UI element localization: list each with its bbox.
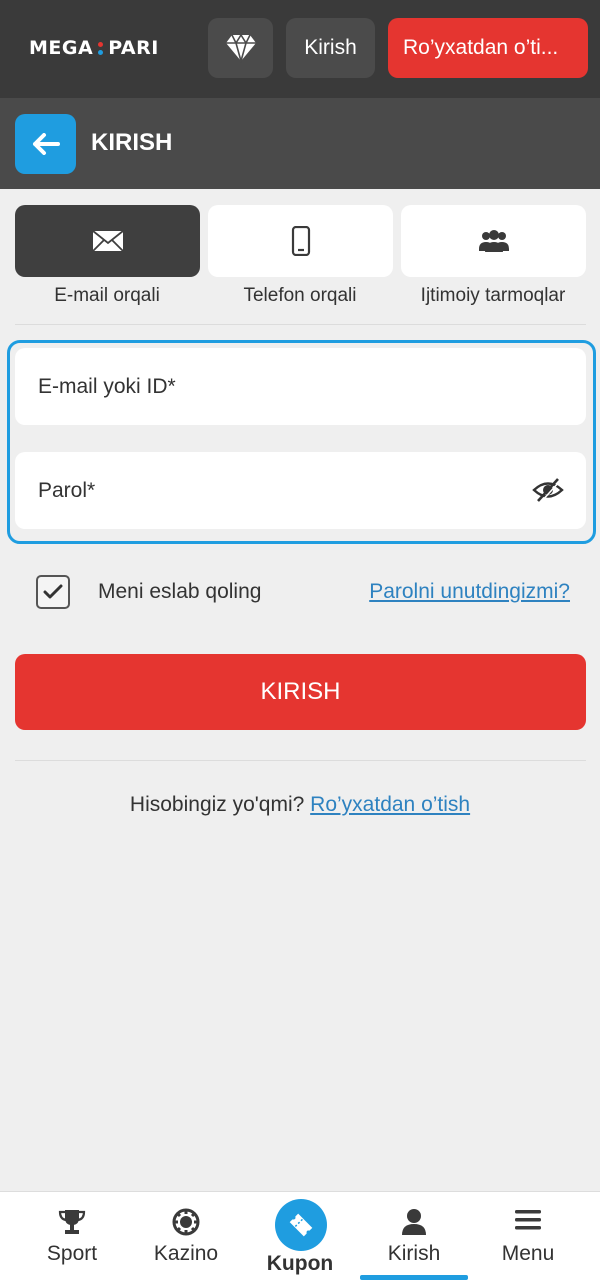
page-titlebar: KIRISH	[0, 98, 600, 189]
ticket-icon	[289, 1213, 313, 1237]
password-input[interactable]	[15, 452, 586, 529]
logo-dots	[98, 41, 104, 55]
divider	[15, 324, 586, 325]
tab-social-label: Ijtimoiy tarmoqlar	[420, 285, 566, 306]
no-account-row: Hisobingiz yo'qmi? Ro’yxatdan o’tish	[0, 793, 600, 817]
check-icon	[43, 584, 63, 599]
nav-kazino-label: Kazino	[153, 1242, 219, 1265]
header-login-button[interactable]: Kirish	[286, 18, 375, 78]
nav-menu[interactable]: Menu	[471, 1192, 585, 1280]
remember-checkbox[interactable]	[36, 575, 70, 609]
vip-button[interactable]	[208, 18, 273, 78]
login-submit-button[interactable]: KIRISH	[15, 654, 586, 730]
no-account-text: Hisobingiz yo'qmi?	[129, 793, 305, 816]
register-link[interactable]: Ro’yxatdan o’tish	[310, 793, 470, 816]
casino-chip-icon	[172, 1208, 200, 1236]
back-button[interactable]	[15, 114, 76, 174]
logo-text-right: PARI	[108, 37, 159, 59]
page-title: KIRISH	[91, 129, 173, 156]
forgot-password-link[interactable]: Parolni unutdingizmi?	[369, 580, 570, 604]
kupon-button[interactable]	[275, 1199, 327, 1251]
header-register-button[interactable]: Ro’yxatdan o’ti...	[388, 18, 588, 78]
logo-text-left: MEGA	[29, 37, 94, 59]
eye-slash-icon[interactable]	[532, 476, 564, 504]
nav-active-indicator	[360, 1275, 468, 1280]
menu-icon	[515, 1210, 541, 1230]
trophy-icon	[58, 1210, 86, 1234]
email-input[interactable]	[15, 348, 586, 425]
nav-kupon-label: Kupon	[266, 1252, 334, 1275]
remember-label[interactable]: Meni eslab qoling	[98, 580, 261, 604]
user-icon	[402, 1209, 426, 1235]
password-field[interactable]	[15, 452, 586, 529]
nav-kirish[interactable]: Kirish	[357, 1192, 471, 1280]
nav-menu-label: Menu	[501, 1242, 555, 1265]
nav-sport-label: Sport	[46, 1242, 98, 1265]
tab-phone[interactable]	[208, 205, 393, 277]
users-icon	[478, 230, 509, 252]
email-field[interactable]	[15, 348, 586, 425]
tab-phone-label: Telefon orqali	[243, 285, 357, 306]
divider	[15, 760, 586, 761]
top-header: MEGA PARI Kirish Ro’yxatdan o’ti...	[0, 0, 600, 98]
diamond-icon	[225, 33, 256, 63]
nav-kazino[interactable]: Kazino	[129, 1192, 243, 1280]
arrow-left-icon	[32, 133, 60, 155]
logo[interactable]: MEGA PARI	[29, 36, 159, 60]
envelope-icon	[91, 230, 124, 252]
tab-social[interactable]	[401, 205, 586, 277]
nav-sport[interactable]: Sport	[15, 1192, 129, 1280]
phone-icon	[291, 226, 310, 256]
nav-kirish-label: Kirish	[387, 1242, 441, 1265]
tab-email-label: E-mail orqali	[54, 285, 160, 306]
tab-email[interactable]	[15, 205, 200, 277]
